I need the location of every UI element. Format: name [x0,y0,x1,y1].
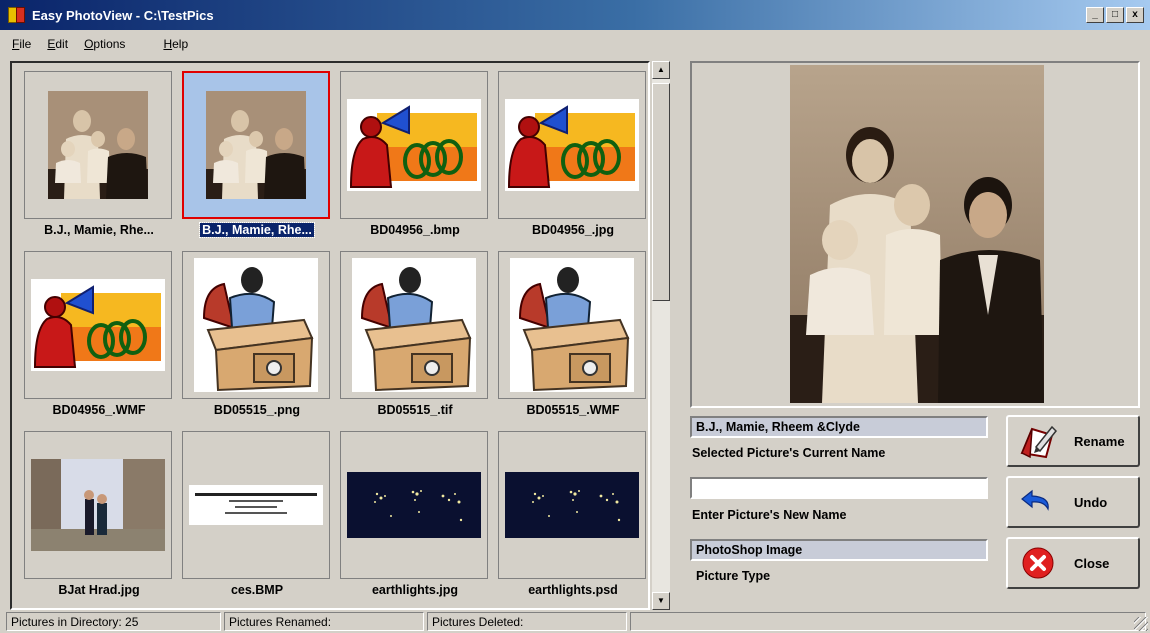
thumbnail-image[interactable] [498,431,646,579]
status-pictures-renamed: Pictures Renamed: [224,612,424,631]
close-circle-icon [1016,543,1060,583]
new-name-input[interactable] [690,477,988,499]
preview-pane [690,61,1140,408]
status-spare [630,612,1146,631]
status-pictures-in-directory: Pictures in Directory: 25 [6,612,221,631]
thumbnail-item[interactable]: BJat Hrad.jpg [24,431,174,603]
scroll-thumb[interactable] [652,83,670,301]
scroll-down-icon[interactable]: ▼ [652,592,670,610]
thumbnail-image[interactable] [498,251,646,399]
thumbnail-item[interactable]: BD05515_.WMF [498,251,648,423]
thumbnail-label: BD04956_.WMF [52,403,146,417]
undo-label: Undo [1074,494,1108,510]
thumbnail-item[interactable]: BD05515_.png [182,251,332,423]
thumbnail-item[interactable]: BD04956_.bmp [340,71,490,243]
thumbnail-image[interactable] [340,71,488,219]
thumbnail-scrollbar[interactable]: ▲ ▼ [652,61,670,610]
current-name-caption: Selected Picture's Current Name [692,446,886,460]
status-bar: Pictures in Directory: 25 Pictures Renam… [0,612,1150,633]
window-controls: _ □ x [1086,7,1144,23]
pencil-paper-icon [1016,421,1060,461]
rename-button[interactable]: Rename [1006,415,1140,467]
thumbnail-image[interactable] [24,431,172,579]
thumbnail-label: BD05515_.WMF [526,403,620,417]
thumbnail-label: earthlights.jpg [371,583,459,597]
thumbnail-label: BD04956_.jpg [532,223,614,237]
thumbnail-image[interactable] [340,431,488,579]
status-pictures-deleted: Pictures Deleted: [427,612,627,631]
resize-grip-icon[interactable] [1134,617,1148,631]
thumbnail-item[interactable]: BD04956_.jpg [498,71,648,243]
thumbnail-label: B.J., Mamie, Rhe... [44,223,154,237]
preview-image [790,65,1044,403]
thumbnail-label: ces.BMP [230,583,284,597]
window-title: Easy PhotoView - C:\TestPics [32,7,214,23]
current-name-field: B.J., Mamie, Rheem &Clyde [690,416,988,438]
close-window-button[interactable]: x [1126,7,1144,23]
thumbnail-item[interactable]: B.J., Mamie, Rhe... [182,71,332,243]
thumbnail-image[interactable] [182,251,330,399]
thumbnail-label: earthlights.psd [528,583,618,597]
app-icon [8,6,26,24]
thumbnail-image[interactable] [182,431,330,579]
menu-bar: File Edit Options Help [0,34,1150,54]
thumbnail-label: BJat Hrad.jpg [58,583,140,597]
picture-type-field: PhotoShop Image [690,539,988,561]
picture-type-caption: Picture Type [696,569,771,583]
thumbnail-item[interactable]: BD05515_.tif [340,251,490,423]
thumbnail-image[interactable] [24,251,172,399]
undo-arrow-icon [1016,482,1060,522]
thumbnail-image[interactable] [498,71,646,219]
thumbnail-label: BD04956_.bmp [370,223,460,237]
thumbnail-image[interactable] [24,71,172,219]
thumbnail-item[interactable]: B.J., Mamie, Rhe... [24,71,174,243]
menu-file[interactable]: File [8,37,35,51]
rename-label: Rename [1074,433,1125,449]
undo-button[interactable]: Undo [1006,476,1140,528]
scroll-up-icon[interactable]: ▲ [652,61,670,79]
close-label: Close [1074,555,1110,571]
thumbnail-grid: B.J., Mamie, Rhe... B.J., Mamie, Rhe... … [10,61,650,610]
close-button[interactable]: Close [1006,537,1140,589]
menu-edit[interactable]: Edit [43,37,72,51]
thumbnail-image[interactable] [182,71,330,219]
menu-help[interactable]: Help [159,37,192,51]
menu-options[interactable]: Options [80,37,129,51]
thumbnail-image[interactable] [340,251,488,399]
thumbnail-label: BD05515_.tif [377,403,453,417]
thumbnail-item[interactable]: BD04956_.WMF [24,251,174,423]
thumbnail-label: B.J., Mamie, Rhe... [199,222,315,238]
thumbnail-label: BD05515_.png [213,403,301,417]
new-name-caption: Enter Picture's New Name [692,508,847,522]
maximize-button[interactable]: □ [1106,7,1124,23]
thumbnail-item[interactable]: ces.BMP [182,431,332,603]
title-bar: Easy PhotoView - C:\TestPics _ □ x [0,0,1150,30]
thumbnail-item[interactable]: earthlights.psd [498,431,648,603]
minimize-button[interactable]: _ [1086,7,1104,23]
thumbnail-item[interactable]: earthlights.jpg [340,431,490,603]
